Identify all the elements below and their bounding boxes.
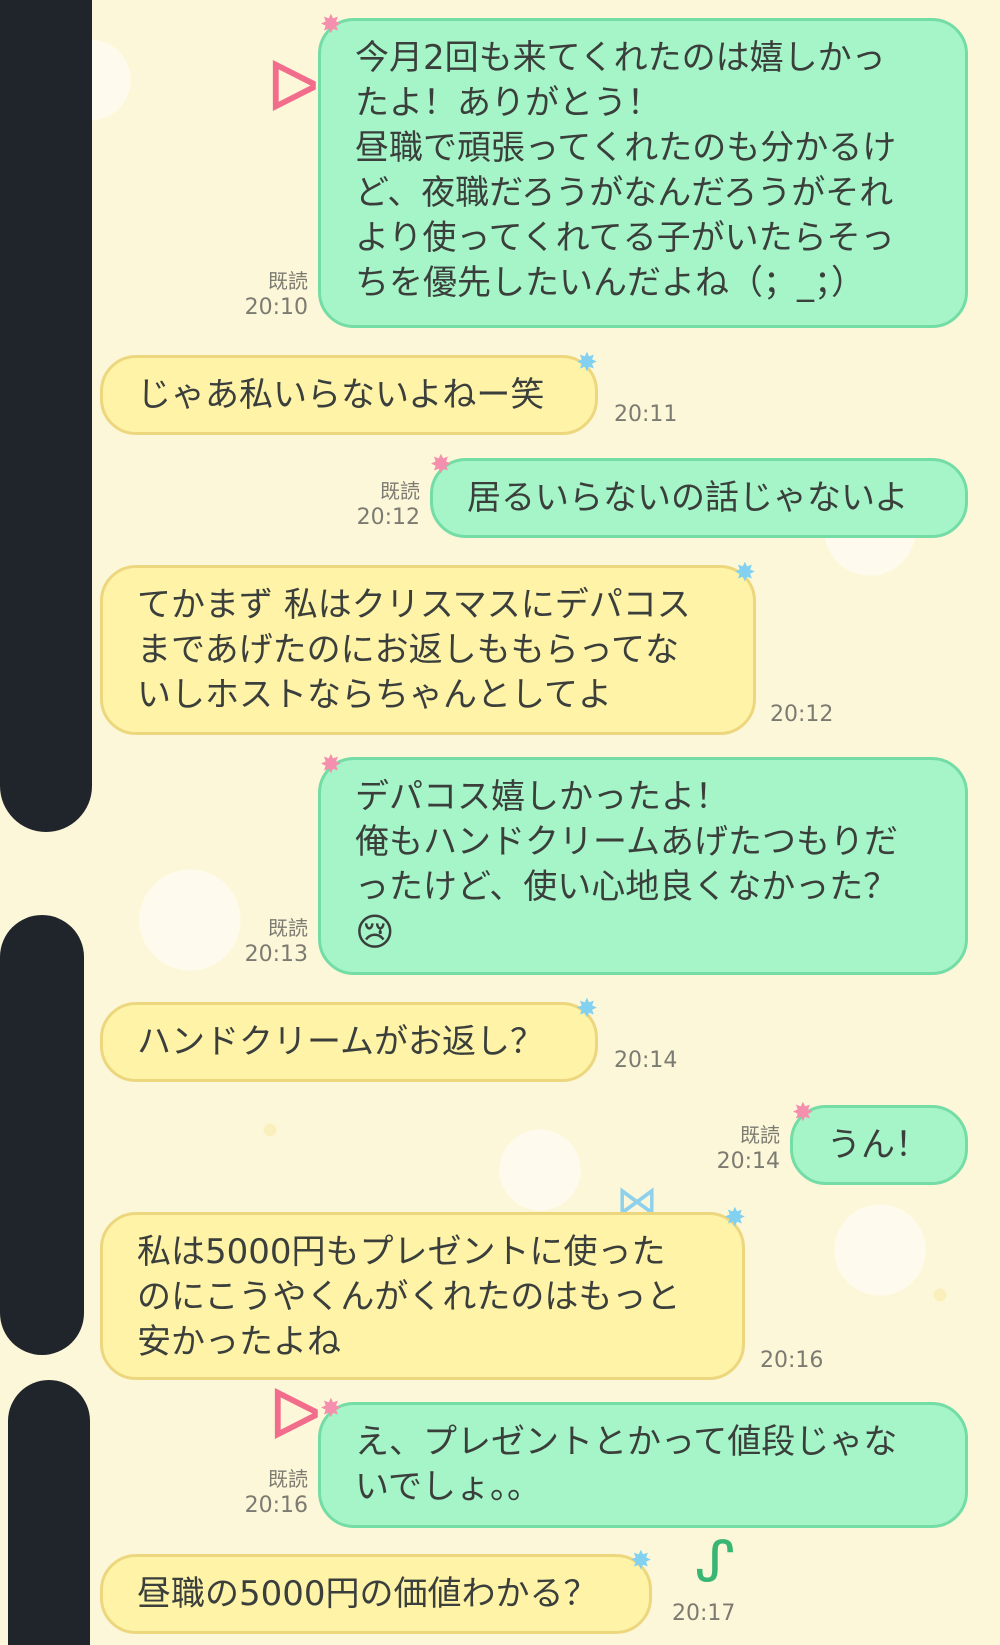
read-receipt: 既読 xyxy=(268,1467,308,1491)
message-meta: 既読 20:16 xyxy=(230,1466,308,1520)
message-text: いしホストならちゃんとしてよ xyxy=(137,675,612,715)
blue-star-icon: ✸ xyxy=(724,1203,746,1233)
timestamp: 20:17 xyxy=(672,1601,736,1626)
blue-star-icon: ✸ xyxy=(630,1546,652,1576)
message-bubble-sent[interactable]: デパコス嬉しかったよ！ 俺もハンドクリームあげたつもりだ ったけど、使い心地良く… xyxy=(318,757,968,975)
pink-star-icon: ✸ xyxy=(320,750,342,780)
timestamp: 20:12 xyxy=(356,505,420,530)
message-bubble-sent[interactable]: うん！ xyxy=(790,1105,968,1185)
timestamp: 20:14 xyxy=(716,1149,780,1174)
blue-star-icon: ✸ xyxy=(576,348,598,378)
message-text: 居るいらないの話じゃないよ xyxy=(467,478,909,518)
message-text: いでしょ。。 xyxy=(355,1467,541,1507)
message-bubble-sent[interactable]: 今月2回も来てくれたのは嬉しかっ たよ！ありがとう！ 昼職で頑張ってくれたのも分… xyxy=(318,18,968,328)
blue-star-icon: ✸ xyxy=(734,558,756,588)
timestamp: 20:10 xyxy=(244,295,308,320)
read-receipt: 既読 xyxy=(268,269,308,293)
timestamp: 20:13 xyxy=(244,942,308,967)
message-meta: 既読 20:10 xyxy=(230,268,308,322)
message-text: 今月2回も来てくれたのは嬉しかっ xyxy=(355,38,886,78)
message-text: ハンドクリームがお返し？ xyxy=(137,1022,544,1062)
message-text: 昼職で頑張ってくれたのも分かるけ xyxy=(355,128,897,168)
message-text: 昼職の5000円の価値わかる？ xyxy=(137,1574,598,1614)
blue-star-icon: ✸ xyxy=(576,994,598,1024)
read-receipt: 既読 xyxy=(380,479,420,503)
pink-star-icon: ✸ xyxy=(320,10,342,40)
message-meta: 既読 20:14 xyxy=(700,1122,780,1176)
redaction-bar xyxy=(0,262,92,832)
message-bubble-sent[interactable]: え、プレゼントとかって値段じゃな いでしょ。。 xyxy=(318,1402,968,1528)
message-text: より使ってくれてる子がいたらそっ xyxy=(355,218,895,258)
read-receipt: 既読 xyxy=(740,1123,780,1147)
message-text: ちを優先したいんだよね（；_；） xyxy=(355,263,865,303)
message-bubble-received[interactable]: てかまず 私はクリスマスにデパコス まであげたのにお返しももらってな いしホスト… xyxy=(100,565,756,735)
message-bubble-received[interactable]: 私は5000円もプレゼントに使った のにこうやくんがくれたのはもっと 安かったよ… xyxy=(100,1212,745,1380)
message-text: まであげたのにお返しももらってな xyxy=(137,630,679,670)
crying-face-icon: 😢 xyxy=(355,910,395,954)
heart-deco-icon: ᐅ xyxy=(268,1374,322,1456)
timestamp: 20:11 xyxy=(614,402,678,427)
message-text: 私は5000円もプレゼントに使った xyxy=(137,1232,666,1272)
message-text: ど、夜職だろうがなんだろうがそれ xyxy=(355,173,894,213)
message-bubble-received[interactable]: 昼職の5000円の価値わかる？ xyxy=(100,1554,652,1634)
pink-star-icon: ✸ xyxy=(320,1394,342,1424)
read-receipt: 既読 xyxy=(268,916,308,940)
message-text: 俺もハンドクリームあげたつもりだ xyxy=(355,822,898,862)
message-bubble-received[interactable]: じゃあ私いらないよねー笑 xyxy=(100,355,598,435)
pink-star-icon: ✸ xyxy=(792,1098,814,1128)
message-text: ったけど、使い心地良くなかった？ xyxy=(355,867,898,907)
leaf-deco-icon: ᔑ xyxy=(695,1530,735,1595)
message-text: デパコス嬉しかったよ！ xyxy=(355,777,729,817)
timestamp: 20:16 xyxy=(244,1493,308,1518)
message-text: え、プレゼントとかって値段じゃな xyxy=(355,1422,898,1462)
redaction-bar xyxy=(0,915,84,1355)
redaction-bar xyxy=(8,1380,90,1645)
message-text: てかまず 私はクリスマスにデパコス xyxy=(137,585,691,625)
message-text: じゃあ私いらないよねー笑 xyxy=(137,375,545,415)
message-text: うん！ xyxy=(827,1125,929,1165)
message-meta: 既読 20:12 xyxy=(340,478,420,532)
message-meta: 既読 20:13 xyxy=(230,915,308,969)
heart-deco-icon: ᐅ xyxy=(266,46,320,128)
message-bubble-received[interactable]: ハンドクリームがお返し？ xyxy=(100,1002,598,1082)
timestamp: 20:16 xyxy=(760,1348,824,1373)
message-text: 安かったよね xyxy=(137,1322,341,1362)
message-bubble-sent[interactable]: 居るいらないの話じゃないよ xyxy=(430,458,968,538)
timestamp: 20:12 xyxy=(770,702,834,727)
message-text: たよ！ありがとう！ xyxy=(355,83,661,123)
redaction-bar xyxy=(0,0,92,262)
pink-star-icon: ✸ xyxy=(430,450,452,480)
timestamp: 20:14 xyxy=(614,1048,678,1073)
message-text: のにこうやくんがくれたのはもっと xyxy=(137,1277,681,1317)
